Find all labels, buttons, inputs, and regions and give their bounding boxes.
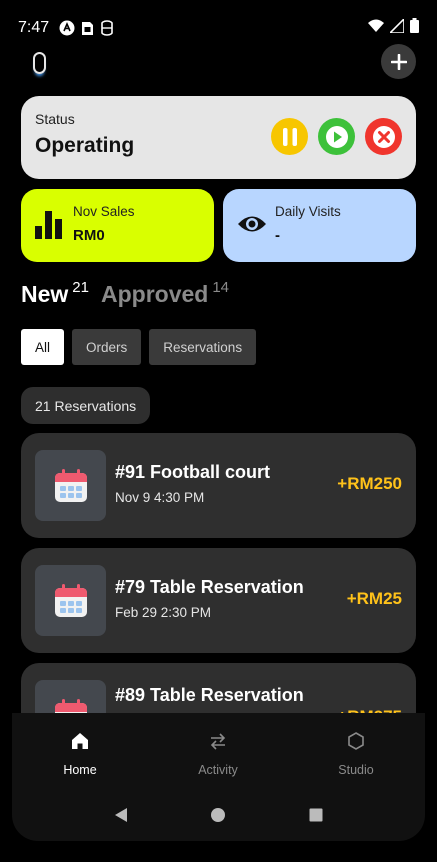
plus-icon <box>390 53 407 70</box>
filter-reservations[interactable]: Reservations <box>149 329 257 365</box>
visits-value: - <box>275 227 280 244</box>
reservation-card[interactable]: #91 Football court Nov 9 4:30 PM +RM250 <box>21 433 416 538</box>
app-notification-icon <box>59 20 75 36</box>
home-icon <box>72 733 88 749</box>
tab-new[interactable]: New 21 <box>21 279 89 308</box>
sales-value: RM0 <box>73 227 105 244</box>
eye-icon <box>237 209 267 240</box>
home-system-button[interactable] <box>210 807 226 828</box>
nav-home[interactable]: Home <box>20 731 140 777</box>
nav-activity-label: Activity <box>198 763 238 777</box>
sim-card-icon <box>81 21 94 36</box>
nav-home-label: Home <box>63 763 97 777</box>
battery-icon <box>410 18 419 38</box>
reservation-amount: +RM25 <box>346 589 402 608</box>
order-tabs: New 21 Approved 14 <box>21 279 241 315</box>
pause-button[interactable] <box>271 118 308 155</box>
tab-new-label: New <box>21 281 69 307</box>
filter-chips: All Orders Reservations <box>21 329 257 365</box>
reservation-date: Nov 9 4:30 PM <box>115 490 205 505</box>
status-label: Status <box>35 111 75 127</box>
system-navigation-bar <box>12 795 425 839</box>
back-button[interactable] <box>113 807 129 828</box>
nav-studio-label: Studio <box>338 763 374 777</box>
storage-icon <box>100 20 114 36</box>
recents-button[interactable] <box>308 807 324 828</box>
add-button[interactable] <box>381 44 416 79</box>
sales-card[interactable]: Nov Sales RM0 <box>21 189 214 262</box>
tab-approved-count: 14 <box>212 279 230 296</box>
calendar-icon <box>35 565 106 636</box>
status-value: Operating <box>35 134 135 157</box>
app-screen: 7:47 Status Operating Nov Sales RM0 Dail… <box>0 0 437 862</box>
reservation-title: #91 Football court <box>115 462 271 482</box>
calendar-icon <box>35 450 106 521</box>
clock: 7:47 <box>18 19 50 36</box>
reservation-title: #79 Table Reservation <box>115 577 304 597</box>
reservation-card[interactable]: #79 Table Reservation Feb 29 2:30 PM +RM… <box>21 548 416 653</box>
play-icon <box>325 125 348 148</box>
status-card: Status Operating <box>21 96 416 179</box>
tab-approved[interactable]: Approved 14 <box>100 279 230 308</box>
hexagon-icon <box>348 732 364 750</box>
swap-arrows-icon <box>210 733 226 750</box>
signal-icon <box>388 16 405 38</box>
reservation-title: #89 Table Reservation <box>115 685 304 705</box>
reservations-count-badge: 21 Reservations <box>21 387 151 424</box>
filter-all[interactable]: All <box>21 329 65 365</box>
sales-label: Nov Sales <box>73 204 135 219</box>
app-header <box>0 44 437 84</box>
reservation-date: Feb 29 2:30 PM <box>115 605 212 620</box>
app-logo-icon <box>33 52 46 74</box>
reservation-amount: +RM250 <box>337 474 402 493</box>
play-button[interactable] <box>318 118 355 155</box>
system-status-bar: 7:47 <box>0 14 437 42</box>
visits-card[interactable]: Daily Visits - <box>223 189 416 262</box>
filter-orders[interactable]: Orders <box>72 329 142 365</box>
back-triangle-icon <box>114 807 127 822</box>
bar-chart-icon <box>35 209 63 244</box>
tab-new-count: 21 <box>72 279 89 296</box>
stop-button[interactable] <box>365 118 402 155</box>
close-icon <box>372 125 395 148</box>
wifi-icon <box>368 19 384 37</box>
visits-label: Daily Visits <box>275 204 341 219</box>
home-circle-icon <box>211 807 226 822</box>
tab-approved-label: Approved <box>100 281 209 307</box>
nav-studio[interactable]: Studio <box>296 731 416 777</box>
recents-square-icon <box>309 808 323 821</box>
nav-activity[interactable]: Activity <box>158 731 278 777</box>
pause-icon <box>282 127 297 146</box>
